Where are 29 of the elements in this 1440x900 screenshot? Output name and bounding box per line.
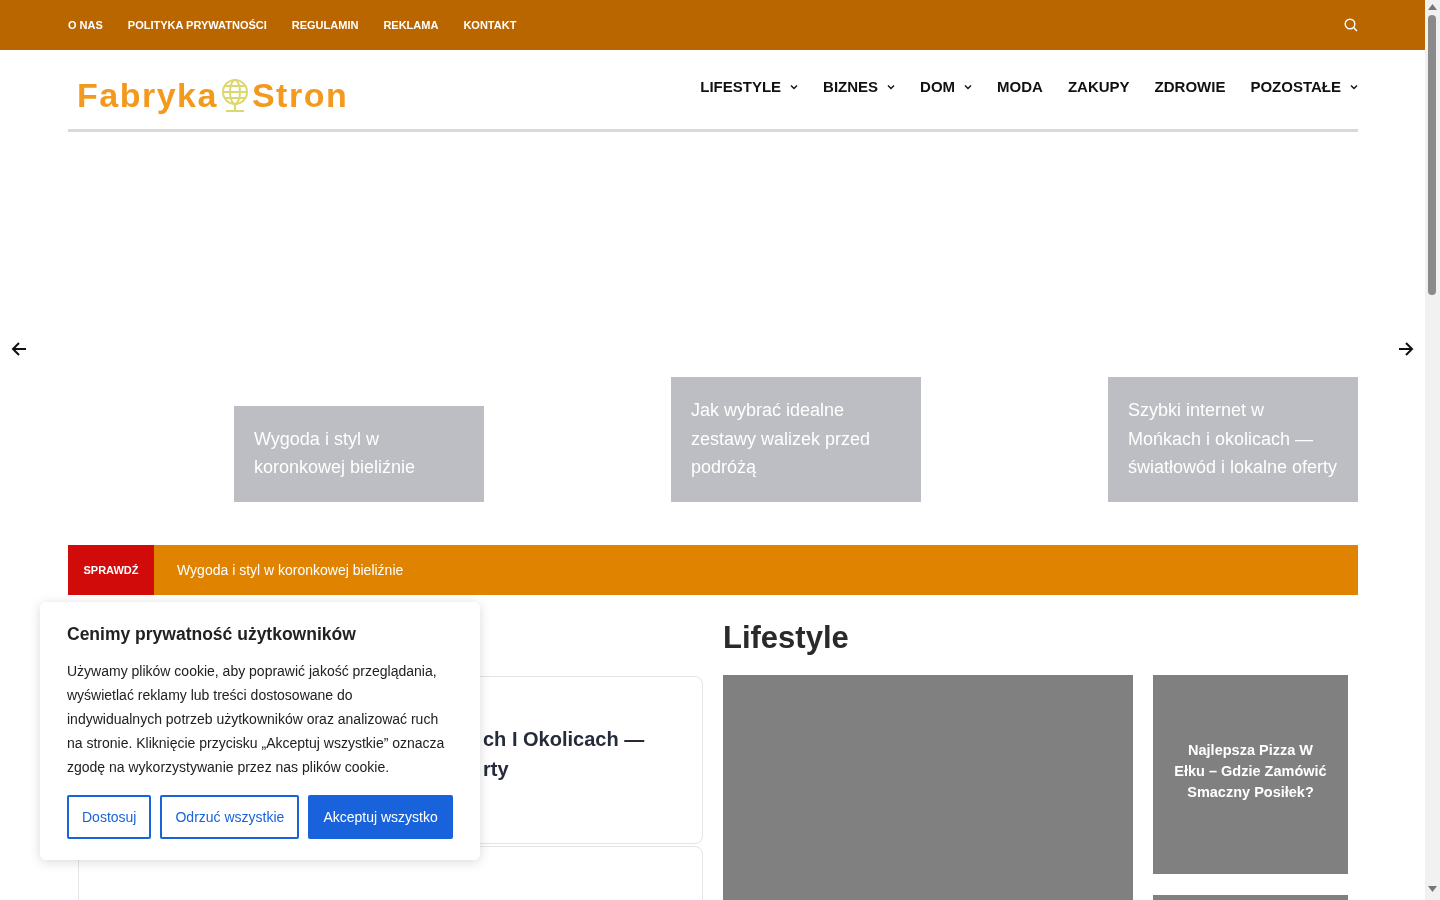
ticker-label: SPRAWDŹ (68, 545, 154, 595)
consent-button[interactable]: Dostosuj (67, 795, 152, 839)
arrow-left-icon[interactable] (10, 340, 29, 358)
consent-button[interactable]: Akceptuj wszystko (308, 795, 453, 839)
section-heading: Lifestyle (723, 619, 850, 657)
nav-menu-item[interactable]: DOM (920, 78, 973, 95)
scroll-up-icon[interactable] (1428, 4, 1437, 10)
post-title[interactable]: ch I Okolicach — rty (483, 724, 702, 784)
consent-button[interactable]: Odrzuć wszystkie (160, 795, 300, 839)
top-menu-link[interactable]: REGULAMIN (291, 19, 359, 31)
scroll-down-icon[interactable] (1428, 886, 1437, 892)
nav-menu-item[interactable]: LIFESTYLE (700, 78, 799, 95)
nav-menu-item[interactable]: BIZNES (823, 78, 896, 95)
scrollbar-thumb[interactable] (1428, 15, 1436, 295)
arrow-right-icon[interactable] (1396, 340, 1415, 358)
globe-icon (219, 77, 250, 114)
top-menu-link[interactable]: REKLAMA (383, 19, 439, 31)
top-menu-link[interactable]: POLITYKA PRYWATNOŚCI (127, 19, 267, 31)
nav-menu-item[interactable]: ZDROWIE (1154, 78, 1226, 95)
ticker-headline[interactable]: Wygoda i styl w koronkowej bieliźnie (177, 562, 404, 578)
cookie-notice-text: Używamy plików cookie, aby poprawić jakość przeglądania, wyświetlać reklamy lub treści dostosowane do indywidualnych potrzeb użytkowników oraz analizować ruch na stronie. Kliknięcie przycisku „Akceptuj wszystkie” oznacza zgodę na wykorzystywanie przez nas plików cookie. (67, 662, 446, 777)
nav-menu-item[interactable]: MODA (997, 78, 1043, 95)
top-menu-link[interactable]: KONTAKT (463, 19, 517, 31)
post-title[interactable]: Najlepsza Pizza W Ełku – Gdzie Zamówić Smaczny Posiłek? (1173, 740, 1328, 803)
dialog-title: Cenimy prywatność użytkowników (67, 623, 357, 646)
nav-menu-item[interactable]: ZAKUPY (1067, 78, 1130, 95)
nav-menu-item[interactable]: POZOSTAŁE (1250, 78, 1358, 95)
search-icon[interactable] (1344, 18, 1358, 32)
top-menu-link[interactable]: O NAS (68, 19, 103, 31)
